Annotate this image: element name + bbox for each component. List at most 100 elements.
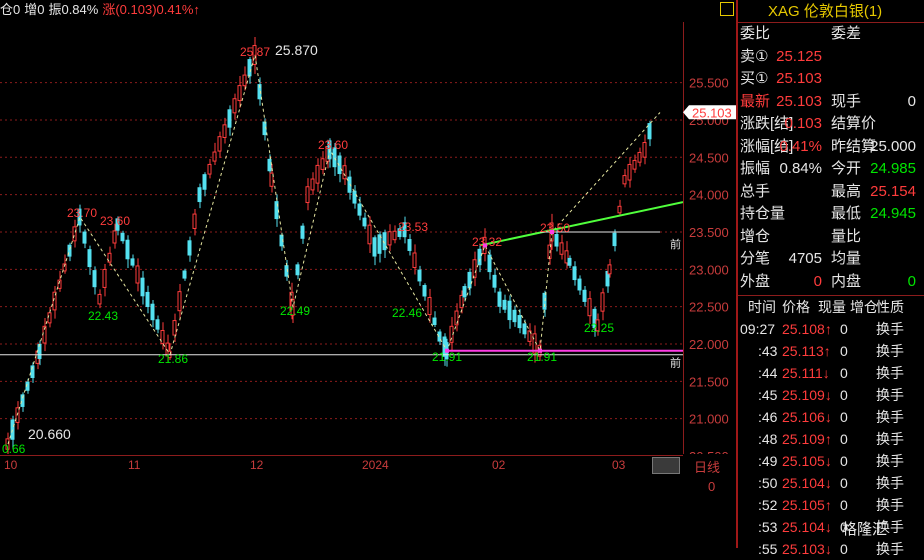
candle-body	[472, 259, 477, 278]
trade-volume: 0	[840, 431, 848, 447]
trade-time: :49	[758, 453, 778, 469]
candle-body	[577, 278, 582, 291]
quote-panel: XAG 伦敦白银(1) 委比 委差 卖① 25.125 买① 25.103 最新 25.103 现…	[738, 0, 924, 557]
candle-body	[432, 317, 437, 325]
date-tick: 11	[128, 458, 141, 472]
candle-body	[247, 59, 252, 77]
trade-nature: 换手	[876, 475, 904, 491]
trade-volume: 0	[840, 343, 848, 359]
quote-value: 25.154	[870, 182, 916, 200]
candlestick-chart[interactable]: 前前25.87025.8720.6600.6623.7023.6022.4321…	[0, 22, 683, 454]
trade-price: 25.109↓	[782, 387, 832, 403]
candle-body	[607, 264, 612, 275]
price-tick: 24.500	[689, 150, 729, 165]
candle-body	[612, 232, 617, 247]
candle-body	[207, 163, 212, 175]
scroll-button[interactable]	[652, 457, 680, 474]
candle-body	[305, 186, 310, 204]
quote-value: 25.103	[776, 92, 822, 110]
price-tick: 22.500	[689, 300, 729, 315]
candle-body	[600, 292, 605, 312]
trade-nature: 换手	[876, 387, 904, 403]
pivot-marker	[550, 229, 554, 234]
date-tick: 02	[492, 458, 506, 472]
trade-row[interactable]: :48 25.109↑ 0 换手	[738, 428, 924, 450]
candle-body	[320, 158, 325, 170]
trade-row[interactable]: :44 25.111↓ 0 换手	[738, 362, 924, 384]
candle-body	[372, 237, 377, 257]
chart-annotation: 23.53	[398, 220, 428, 234]
trade-row[interactable]: :43 25.113↑ 0 换手	[738, 340, 924, 362]
trade-nature: 换手	[876, 497, 904, 513]
trade-price: 25.105↓	[782, 453, 832, 469]
status-item: 增0	[24, 2, 45, 17]
candle-body	[237, 85, 242, 102]
chart-annotation: 23.50	[540, 221, 570, 235]
candle-body	[417, 269, 422, 282]
status-item: 振0.84%	[48, 2, 99, 17]
chart-annotation: 22.25	[584, 321, 614, 335]
candle-body	[177, 291, 182, 312]
candle-body	[92, 270, 97, 288]
candle-body	[82, 231, 87, 244]
chart-annotation: 25.87	[240, 45, 270, 59]
trade-row[interactable]: :52 25.105↑ 0 换手	[738, 494, 924, 516]
trade-price: 25.109↑	[782, 431, 832, 447]
candle-body	[217, 136, 222, 152]
candle-body	[622, 175, 627, 185]
candle-body	[197, 187, 202, 203]
trade-price: 25.104↓	[782, 519, 832, 535]
quote-value	[772, 181, 822, 203]
date-axis: 10 11 12 2024 02 03	[0, 455, 683, 474]
ref-line-label: 前	[670, 237, 681, 251]
watermark-logo: 格隆汇	[842, 521, 888, 538]
chart-annotation: 22.49	[280, 304, 310, 318]
trade-row[interactable]: :49 25.105↓ 0 换手	[738, 450, 924, 472]
candle-body	[242, 74, 247, 87]
chart-annotation: 23.60	[100, 214, 130, 228]
trade-header-cell: 现量	[818, 299, 846, 315]
price-tick: 20.500	[689, 449, 729, 454]
trade-price: 25.113↑	[782, 343, 831, 359]
trade-time: :43	[758, 343, 778, 359]
candle-body	[587, 298, 592, 317]
trade-row[interactable]: 09:27 25.108↑ 0 换手	[738, 318, 924, 340]
date-tick: 12	[250, 458, 264, 472]
candle-body	[559, 242, 564, 255]
candle-body	[572, 266, 577, 281]
candle-body	[202, 174, 207, 190]
trade-row[interactable]: :46 25.106↓ 0 换手	[738, 406, 924, 428]
candle-body	[407, 239, 412, 251]
candle-body	[125, 239, 130, 260]
candle-body	[120, 232, 125, 242]
candle-body	[155, 319, 160, 330]
quote-value: 0	[907, 92, 916, 110]
quote-value	[772, 23, 822, 45]
last-price-text: 25.103	[692, 105, 732, 120]
trade-nature: 换手	[876, 343, 904, 359]
trade-header-cell: 时间	[748, 299, 776, 315]
candle-body	[582, 289, 587, 302]
candle-body	[522, 323, 527, 335]
candle-body	[412, 252, 417, 269]
settings-icon[interactable]	[720, 2, 734, 16]
candle-body	[187, 240, 192, 256]
candle-body	[497, 291, 502, 307]
trade-nature: 换手	[876, 365, 904, 381]
candle-body	[102, 268, 107, 288]
candle-body	[232, 98, 237, 114]
quote-value: 24.985	[870, 160, 916, 177]
ref-line-label: 前	[670, 356, 681, 370]
trade-price: 25.104↓	[782, 475, 832, 491]
period-label[interactable]: 日线	[694, 457, 720, 476]
price-tick: 21.000	[689, 412, 729, 427]
trade-row[interactable]: :50 25.104↓ 0 换手	[738, 472, 924, 494]
chart-annotation: 21.91	[527, 350, 557, 364]
trade-time: :50	[758, 475, 778, 491]
quote-value: 0	[907, 272, 916, 290]
candle-body	[617, 205, 622, 214]
trade-time: :55	[758, 541, 778, 557]
price-tick: 22.000	[689, 337, 729, 352]
trade-row[interactable]: :45 25.109↓ 0 换手	[738, 384, 924, 406]
candle-body	[135, 265, 140, 284]
